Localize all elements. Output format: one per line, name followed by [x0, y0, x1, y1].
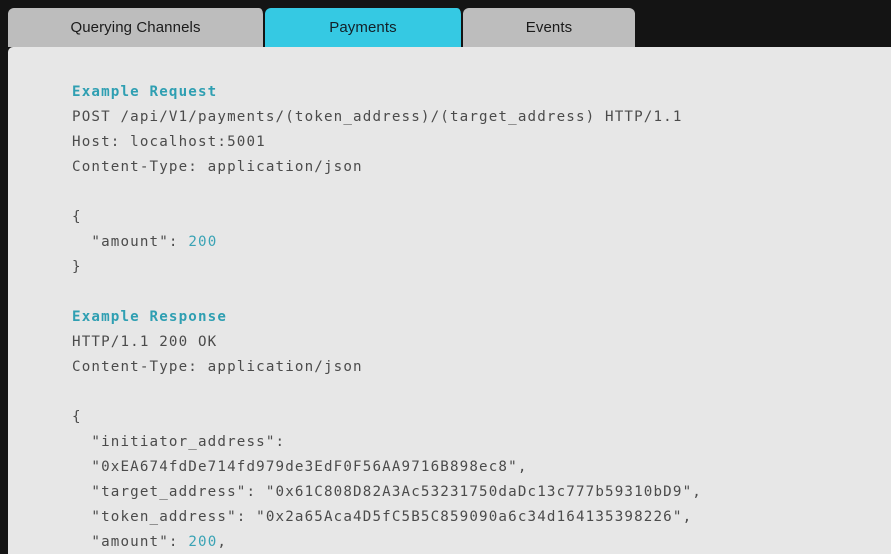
request-line-host: Host: localhost:5001 — [72, 134, 266, 150]
response-amount-comma: , — [217, 534, 228, 550]
response-initiator-value: "0xEA674fdDe714fd979de3EdF0F56AA9716B898… — [72, 459, 528, 475]
response-target-address-line: "target_address": "0x61C808D82A3Ac532317… — [72, 484, 702, 500]
response-line-content-type: Content-Type: application/json — [72, 359, 363, 375]
request-line-content-type: Content-Type: application/json — [72, 159, 363, 175]
response-amount-key: "amount": — [72, 534, 189, 550]
api-docs-window: Querying Channels Payments Events Exampl… — [0, 0, 891, 554]
request-body-close-brace: } — [72, 259, 82, 275]
response-amount-line: "amount": 200, — [72, 530, 891, 554]
spacer-3 — [72, 380, 891, 405]
tab-querying-channels-label: Querying Channels — [70, 19, 201, 36]
request-body-open-brace: { — [72, 209, 82, 225]
response-amount-value: 200 — [188, 534, 218, 550]
request-amount-key: "amount": — [72, 234, 189, 250]
tab-bar: Querying Channels Payments Events — [0, 0, 891, 47]
tab-events-label: Events — [525, 19, 573, 36]
response-body-open-brace: { — [72, 409, 82, 425]
example-response-heading: Example Response — [72, 309, 228, 325]
tab-content-panel: Example Request POST /api/V1/payments/(to… — [8, 47, 891, 554]
code-block: Example Request POST /api/V1/payments/(to… — [8, 47, 891, 554]
request-line-method: POST /api/V1/payments/(token_address)/(t… — [72, 109, 683, 125]
example-request-heading: Example Request — [72, 84, 218, 100]
tab-payments-label: Payments — [329, 19, 397, 36]
tab-querying-channels[interactable]: Querying Channels — [8, 8, 265, 47]
response-line-status: HTTP/1.1 200 OK — [72, 334, 218, 350]
tab-payments[interactable]: Payments — [265, 8, 463, 47]
response-initiator-key: "initiator_address": — [72, 434, 295, 450]
spacer-2 — [72, 280, 891, 305]
request-amount-value: 200 — [188, 234, 218, 250]
spacer-1 — [72, 180, 891, 205]
response-token-address-line: "token_address": "0x2a65Aca4D5fC5B5C8590… — [72, 509, 693, 525]
tab-events[interactable]: Events — [463, 8, 635, 47]
request-body-amount-line: "amount": 200 — [72, 230, 891, 255]
